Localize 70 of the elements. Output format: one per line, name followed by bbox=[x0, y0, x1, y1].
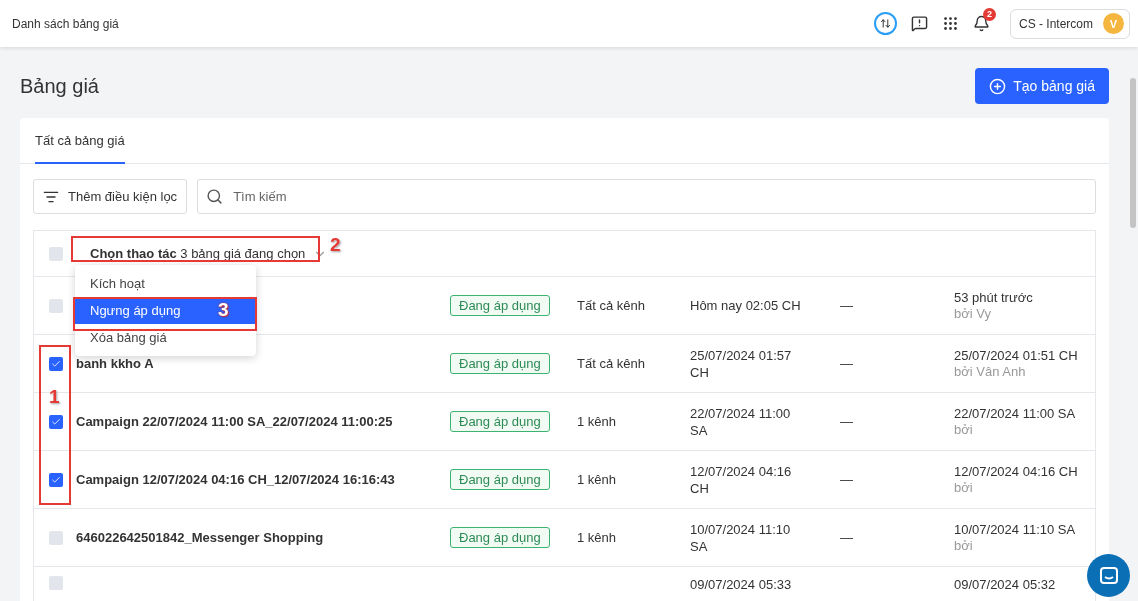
price-list-name[interactable]: 646022642501842_Messenger Shopping bbox=[76, 530, 324, 545]
end-date-cell-text: — bbox=[840, 414, 854, 429]
account-switcher[interactable]: CS - Intercom V bbox=[1010, 8, 1130, 39]
end-date-cell-text: — bbox=[840, 298, 854, 313]
search-icon bbox=[206, 188, 224, 205]
channel-cell-text: 1 kênh bbox=[577, 472, 618, 487]
select-all-checkbox[interactable] bbox=[49, 246, 63, 261]
status-tag: Đang áp dụng bbox=[450, 469, 550, 490]
updated-by: bởi bbox=[954, 480, 974, 496]
updated-by: bởi bbox=[954, 422, 974, 438]
menu-item[interactable]: Xóa bảng giá bbox=[75, 324, 256, 351]
updated-time: 10/07/2024 11:10 SA bbox=[954, 521, 1077, 538]
start-date-cell: Hôm nay 02:05 CH bbox=[690, 297, 802, 314]
annotation-number: 3 bbox=[218, 300, 229, 320]
chat-bubble-icon bbox=[1098, 565, 1119, 586]
status-tag: Đang áp dụng bbox=[450, 295, 550, 316]
checkmark-icon bbox=[51, 474, 61, 485]
status-tag: Đang áp dụng bbox=[450, 527, 550, 548]
breadcrumb-title: Danh sách bảng giá bbox=[12, 16, 120, 31]
updated-time: 25/07/2024 01:51 CH bbox=[954, 347, 1079, 364]
channel-cell-text: Tất cả kênh bbox=[577, 298, 646, 313]
updated-by: bởi bbox=[954, 538, 974, 554]
menu-item[interactable]: Ngưng áp dụng 3 bbox=[75, 297, 256, 324]
status-tag: Đang áp dụng bbox=[450, 353, 550, 374]
updated-by: bởi Vân Anh bbox=[954, 364, 1027, 380]
plus-circle-icon bbox=[989, 77, 1007, 95]
checkmark-icon bbox=[51, 358, 61, 369]
updated-time: 12/07/2024 04:16 CH bbox=[954, 463, 1079, 480]
sync-icon[interactable] bbox=[874, 12, 897, 35]
notification-bell-icon[interactable] bbox=[973, 15, 990, 32]
status-tag: Đang áp dụng bbox=[450, 411, 550, 432]
bulk-action-dropdown[interactable]: Chọn thao tác 3 bảng giá đang chọn bbox=[78, 246, 328, 261]
start-date-cell-text: 10/07/2024 11:10 SA bbox=[690, 520, 792, 555]
price-list-name[interactable]: banh kkho A bbox=[76, 356, 154, 371]
annotation-number: 2 bbox=[330, 235, 341, 255]
row-checkbox[interactable] bbox=[49, 530, 63, 545]
apps-grid-icon[interactable] bbox=[942, 15, 959, 32]
create-price-list-button[interactable]: Tạo bảng giá bbox=[975, 68, 1109, 104]
updated-by: bởi Vy bbox=[954, 306, 992, 322]
end-date-cell-text: — bbox=[840, 472, 854, 487]
price-list-name[interactable]: Campaign 22/07/2024 11:00 SA_22/07/2024 11:00:25 bbox=[76, 414, 393, 429]
updated-time: 09/07/2024 05:32 bbox=[954, 576, 1057, 593]
start-date-cell-text: 12/07/2024 04:16 CH bbox=[690, 462, 793, 497]
add-filter-button[interactable]: Thêm điều kiện lọc bbox=[33, 179, 188, 214]
search-field[interactable]: Tìm kiếm bbox=[197, 179, 1096, 214]
notification-count: 2 bbox=[983, 8, 996, 21]
row-checkbox[interactable] bbox=[49, 472, 63, 487]
row-checkbox[interactable] bbox=[49, 298, 63, 313]
annotation-number: 1 bbox=[49, 387, 60, 407]
start-date-cell-text: 22/07/2024 11:00 SA bbox=[690, 404, 792, 439]
row-checkbox[interactable] bbox=[49, 414, 63, 429]
start-date-cell-text: 09/07/2024 05:33 bbox=[690, 576, 793, 593]
channel-cell-text: Tất cả kênh bbox=[577, 356, 646, 371]
updated-time: 53 phút trước bbox=[954, 289, 1034, 306]
channel-cell-text: 1 kênh bbox=[577, 530, 618, 545]
start-date-cell-text: 25/07/2024 01:57 CH bbox=[690, 346, 793, 381]
row-checkbox[interactable] bbox=[49, 356, 63, 371]
channel-cell-text: 1 kênh bbox=[577, 414, 618, 429]
user-avatar: V bbox=[1103, 13, 1124, 34]
page-title: Bảng giá bbox=[20, 74, 99, 98]
checkmark-icon bbox=[51, 416, 61, 427]
updated-time: 22/07/2024 11:00 SA bbox=[954, 405, 1077, 422]
end-date-cell-text: — bbox=[840, 356, 854, 371]
price-list-name[interactable]: Campaign 12/07/2024 04:16 CH_12/07/2024 16:16:43 bbox=[76, 472, 395, 487]
feedback-icon[interactable] bbox=[911, 15, 928, 32]
tab[interactable]: Tất cả bảng giá bbox=[35, 118, 125, 164]
end-date-cell-text: — bbox=[840, 530, 854, 545]
scrollbar-thumb[interactable] bbox=[1130, 78, 1136, 228]
row-checkbox[interactable] bbox=[49, 576, 63, 590]
menu-item[interactable]: Kích hoạt bbox=[75, 270, 256, 297]
